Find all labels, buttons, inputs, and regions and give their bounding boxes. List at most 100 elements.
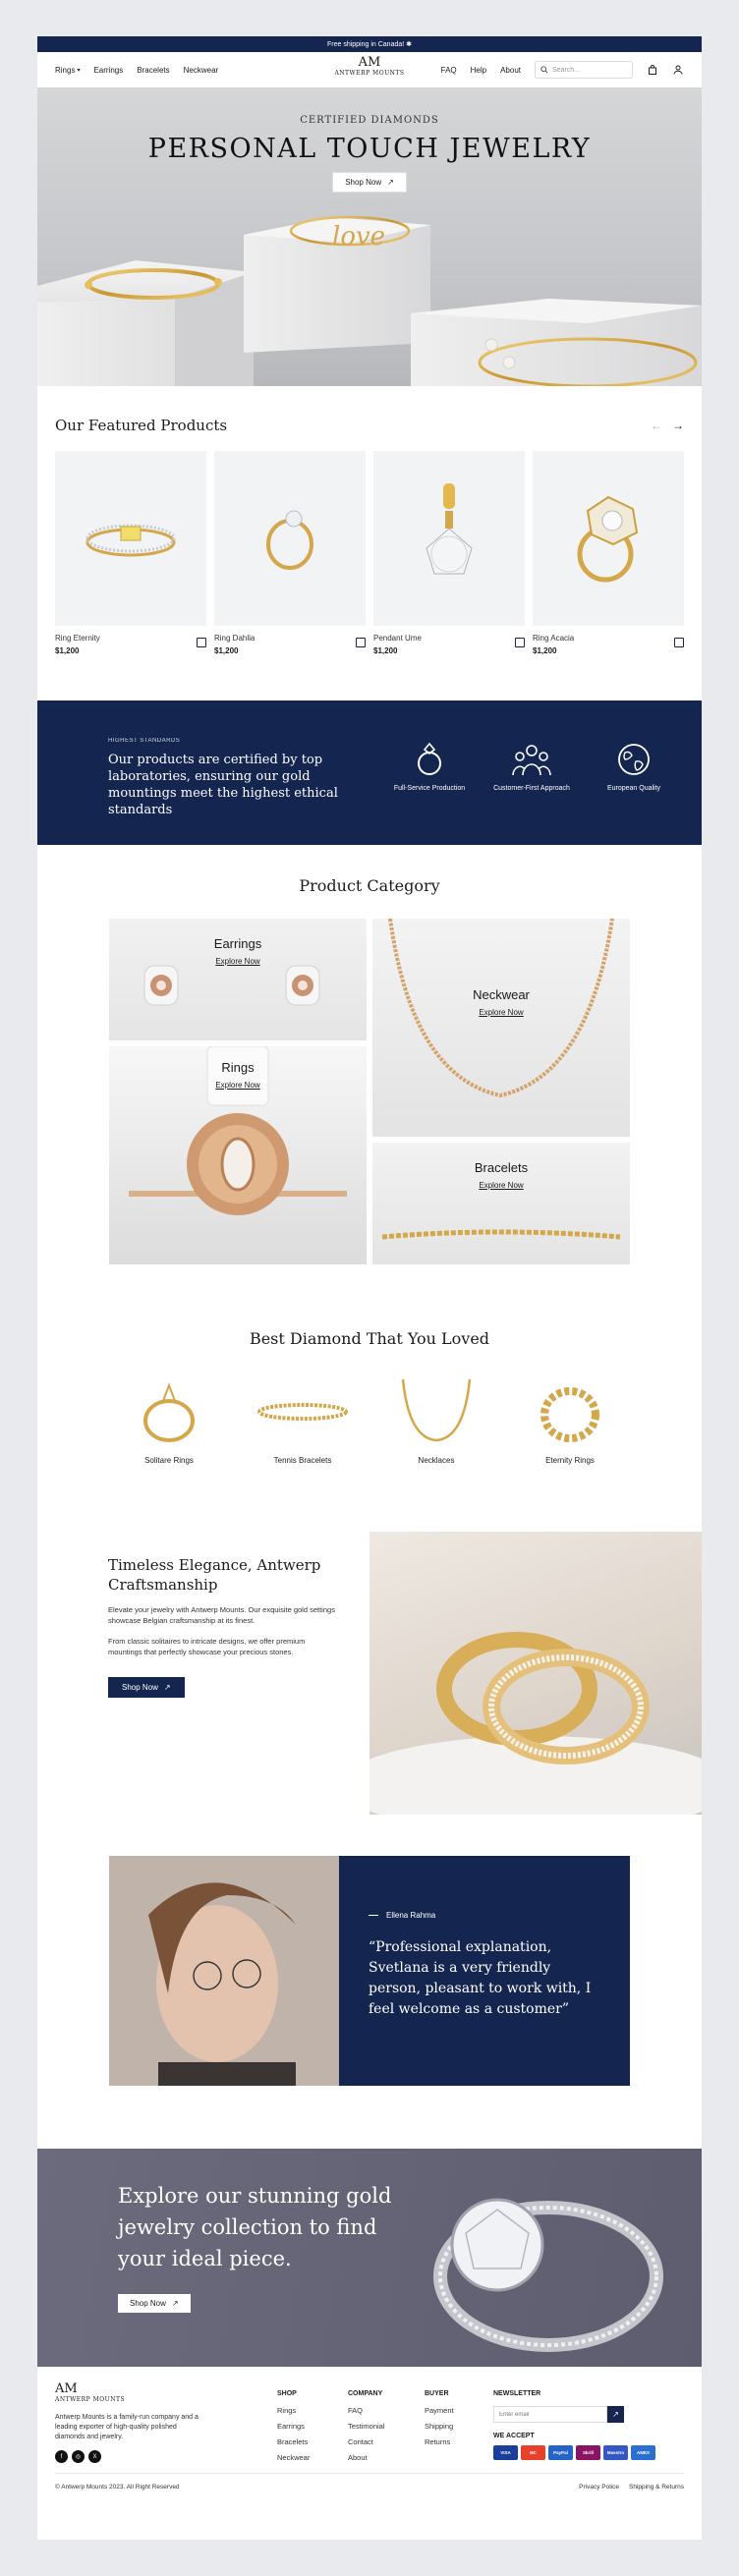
facebook-icon[interactable]: f (55, 2450, 68, 2463)
loved-item[interactable]: Necklaces (387, 1377, 485, 1465)
standards-text: Our products are certified by top labora… (108, 753, 338, 817)
loved-label: Necklaces (418, 1456, 455, 1465)
nav-neckwear[interactable]: Neckwear (184, 66, 219, 75)
explore-banner: Explore our stunning gold jewelry collec… (37, 2149, 702, 2367)
product-name: Pendant Ume (373, 634, 422, 643)
user-icon[interactable] (672, 64, 684, 76)
category-tile-rings[interactable]: Rings Explore Now (109, 1046, 367, 1264)
product-image (533, 451, 684, 626)
timeless-shop-button[interactable]: Shop Now ↗ (108, 1677, 185, 1698)
bag-icon[interactable] (674, 638, 684, 647)
loved-label: Tennis Bracelets (273, 1456, 332, 1465)
timeless-title: Timeless Elegance, Antwerp Craftsmanship (108, 1556, 321, 1594)
explore-link[interactable]: Explore Now (479, 1181, 523, 1190)
x-icon[interactable]: X (88, 2450, 101, 2463)
loved-item[interactable]: Solitare Rings (120, 1377, 218, 1465)
bag-icon[interactable] (197, 638, 206, 647)
testimonial-section: Ellena Rahma “Professional explanation, … (109, 1856, 630, 2086)
loved-item[interactable]: Tennis Bracelets (254, 1377, 352, 1465)
hero-shop-label: Shop Now (345, 178, 382, 187)
cart-icon[interactable] (647, 64, 658, 76)
visa-icon: VISA (493, 2445, 518, 2460)
footer-link[interactable]: Shipping (425, 2422, 454, 2431)
footer-column-title: SHOP (277, 2390, 297, 2397)
eternity-ring-image (521, 1377, 619, 1446)
payment-methods: VISA MC PayPal Skrill Maestro AMEX (493, 2445, 655, 2460)
footer-link[interactable]: Testimonial (348, 2422, 385, 2431)
footer: AM ANTWERP MOUNTS Antwerp Mounts is a fa… (37, 2367, 702, 2500)
nav-rings[interactable]: Rings (55, 66, 75, 75)
timeless-section: Timeless Elegance, Antwerp Craftsmanship… (37, 1532, 702, 1817)
search-icon (540, 66, 548, 74)
announcement-bar: Free shipping in Canada! ✱ (37, 36, 702, 52)
product-card[interactable]: Pendant Ume $1,200 (373, 451, 525, 655)
newsletter-email-input[interactable] (493, 2406, 607, 2423)
product-price: $1,200 (373, 646, 398, 655)
product-card[interactable]: Ring Acacia $1,200 (533, 451, 684, 655)
standard-label: Full-Service Production (393, 785, 466, 792)
bag-icon[interactable] (356, 638, 366, 647)
tile-name: Earrings (213, 936, 262, 951)
bag-icon[interactable] (515, 638, 525, 647)
footer-description: Antwerp Mounts is a family-run company a… (55, 2414, 199, 2440)
explore-title: Explore our stunning gold jewelry collec… (118, 2184, 392, 2270)
hero-shop-button[interactable]: Shop Now ↗ (332, 172, 407, 193)
standard-label: Customer-First Approach (493, 785, 570, 792)
loved-list: Solitare Rings Tennis Bracelets Necklace… (37, 1377, 702, 1465)
category-tile-bracelets[interactable]: Bracelets Explore Now (372, 1143, 630, 1264)
logo[interactable]: AM ANTWERP MOUNTS (334, 56, 404, 78)
hero-banner: love CERTIFIED DIAMONDS PERSONAL TOUCH J… (37, 87, 702, 386)
search-input[interactable]: Search... (535, 61, 633, 79)
announcement-text: Free shipping in Canada! ✱ (326, 41, 413, 48)
footer-link[interactable]: Earrings (277, 2422, 310, 2431)
footer-buyer-column: BUYER Payment Shipping Returns (425, 2390, 454, 2453)
instagram-icon[interactable]: ◎ (72, 2450, 85, 2463)
explore-link[interactable]: Explore Now (479, 1008, 523, 1017)
arrow-up-right-icon[interactable]: ↗ (607, 2406, 624, 2423)
category-tile-neckwear[interactable]: Neckwear Explore Now (372, 919, 630, 1137)
explore-link[interactable]: Explore Now (215, 957, 259, 966)
tile-name: Bracelets (474, 1160, 529, 1175)
timeless-shop-label: Shop Now (122, 1683, 158, 1692)
footer-link[interactable]: About (348, 2453, 385, 2462)
footer-bottom-bar: © Antwerp Mounts 2023. All Right Reserve… (55, 2473, 684, 2500)
arrow-left-icon[interactable]: ← (651, 419, 662, 432)
nav-about[interactable]: About (500, 66, 521, 75)
product-image (214, 451, 366, 626)
hero-script-text: love (332, 222, 385, 252)
product-price: $1,200 (55, 646, 80, 655)
footer-link[interactable]: Payment (425, 2406, 454, 2415)
standard-item: Full-Service Production (385, 742, 474, 792)
product-card[interactable]: Ring Dahlia $1,200 (214, 451, 366, 655)
nav-earrings[interactable]: Earrings (93, 66, 123, 75)
footer-link[interactable]: Rings (277, 2406, 310, 2415)
shipping-returns-link[interactable]: Shipping & Returns (629, 2484, 684, 2491)
privacy-link[interactable]: Privacy Police (579, 2484, 619, 2491)
footer-link[interactable]: Returns (425, 2437, 454, 2446)
footer-link[interactable]: Contact (348, 2437, 385, 2446)
testimonial-quote: “Professional explanation, Svetlana is a… (369, 1939, 592, 2017)
footer-link[interactable]: FAQ (348, 2406, 385, 2415)
category-tile-earrings[interactable]: Earrings Explore Now (109, 919, 367, 1040)
nav-bracelets[interactable]: Bracelets (137, 66, 169, 75)
footer-link[interactable]: Neckwear (277, 2453, 310, 2462)
explore-link[interactable]: Explore Now (215, 1081, 259, 1090)
accept-title: WE ACCEPT (493, 2433, 535, 2439)
standard-label: European Quality (606, 785, 661, 792)
explore-shop-button[interactable]: Shop Now ↗ (118, 2294, 191, 2313)
amex-icon: AMEX (631, 2445, 655, 2460)
loved-item[interactable]: Eternity Rings (521, 1377, 619, 1465)
featured-header: Our Featured Products ← → (37, 408, 702, 443)
footer-logo-text: ANTWERP MOUNTS (55, 2396, 126, 2403)
loved-title: Best Diamond That You Loved (249, 1329, 490, 1348)
footer-link[interactable]: Bracelets (277, 2437, 310, 2446)
arrow-up-right-icon: ↗ (163, 1683, 171, 1692)
arrow-right-icon[interactable]: → (672, 419, 684, 432)
footer-company-column: COMPANY FAQ Testimonial Contact About (348, 2390, 385, 2469)
nav-faq[interactable]: FAQ (441, 66, 457, 75)
nav-help[interactable]: Help (471, 66, 486, 75)
people-icon (512, 745, 551, 776)
product-card[interactable]: Ring Eternity $1,200 (55, 451, 206, 655)
footer-column-title: COMPANY (348, 2390, 383, 2397)
neckwear-image (388, 919, 614, 1098)
